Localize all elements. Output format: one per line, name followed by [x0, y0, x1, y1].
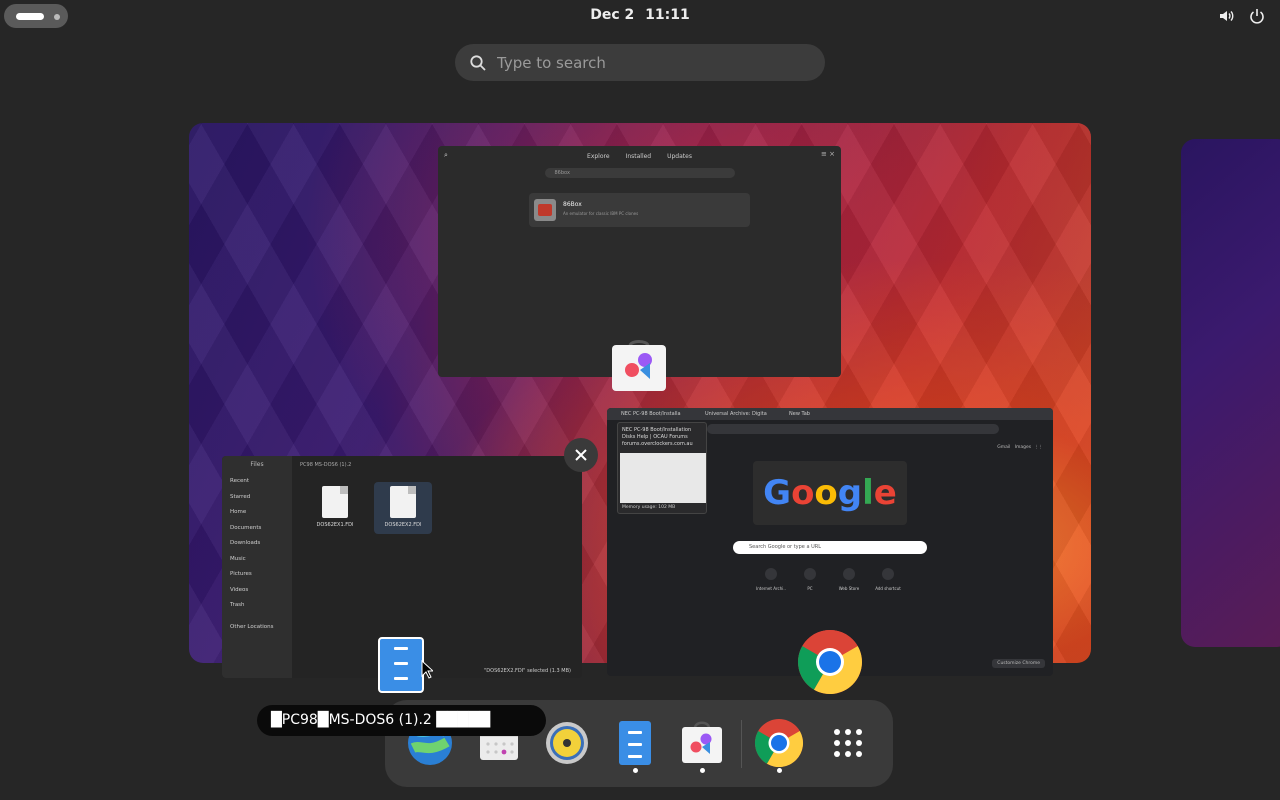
shortcut-tile: Internet Archi.. [751, 568, 791, 591]
workspace-next[interactable] [1181, 139, 1280, 647]
power-icon[interactable] [1248, 7, 1266, 25]
search-input[interactable] [497, 53, 797, 72]
sidebar-item-pictures: Pictures [230, 571, 252, 577]
sidebar-item-videos: Videos [230, 586, 249, 593]
tab-installed: Installed [625, 152, 652, 160]
address-bar [707, 424, 999, 434]
sidebar-item-home: Home [230, 509, 247, 515]
dash-separator [741, 720, 742, 768]
search-bar[interactable] [455, 44, 825, 81]
software-icon[interactable] [677, 718, 727, 768]
running-indicator [633, 768, 638, 773]
sidebar-item-downloads: Downloads [230, 540, 261, 546]
breadcrumb: PC98 MS-DOS6 (1).2 [300, 462, 352, 468]
files-icon[interactable] [610, 718, 660, 768]
speaker-icon[interactable] [1218, 7, 1236, 25]
selection-status: "DOS62EX2.FDI" selected (1.3 MB) [484, 668, 571, 674]
result-name: 86Box [563, 201, 582, 208]
hover-card-thumbnail [620, 453, 706, 503]
search-icon [470, 54, 486, 71]
files-title: Files [250, 461, 264, 468]
rhythmbox-icon[interactable] [542, 718, 592, 768]
chrome-icon[interactable] [754, 718, 804, 768]
running-indicator [700, 768, 705, 773]
clock-time: 11:11 [645, 7, 690, 23]
running-indicator [777, 768, 782, 773]
browser-tab: Universal Archive: Digita [705, 411, 767, 417]
show-apps-icon[interactable] [823, 718, 873, 768]
sidebar-item-starred: Starred [230, 493, 251, 500]
clock-date: Dec 2 [590, 7, 635, 23]
sidebar-item-trash: Trash [230, 602, 245, 608]
files-sidebar: Files Recent Starred Home Documents Down… [222, 456, 292, 678]
browser-tabstrip: NEC PC-98 Boot/Installa Universal Archiv… [607, 408, 1053, 420]
sidebar-item-other-locations: Other Locations [230, 623, 274, 630]
hover-card-url: forums.overclockers.com.au [622, 441, 693, 447]
shortcut-tile: PC [790, 568, 830, 591]
file-name: DOS62EX2.FDI [384, 522, 422, 528]
file-icon [390, 486, 416, 518]
shortcut-tile: Add shortcut [868, 568, 908, 591]
images-link: Images [1014, 445, 1032, 450]
app-86box-icon [534, 199, 556, 221]
drag-label-tooltip: █PC98█MS-DOS6 (1).2 █████ [257, 705, 546, 736]
mouse-cursor-icon [421, 660, 433, 679]
customize-chrome-button: Customize Chrome [992, 659, 1045, 668]
close-icon [575, 449, 587, 461]
google-logo: Google [753, 461, 907, 525]
system-tray[interactable] [1218, 7, 1266, 25]
tab-updates: Updates [667, 152, 692, 160]
google-search-box: Search Google or type a URL [733, 541, 927, 554]
software-header: ⌕ Explore Installed Updates ≡ × [438, 146, 841, 166]
sidebar-item-music: Music [230, 555, 246, 562]
memory-usage: Memory usage: 102 MB [622, 505, 676, 510]
result-description: An emulator for classic IBM PC clones [563, 211, 639, 216]
shortcut-tile: Web Store [829, 568, 869, 591]
search-result: 86Box An emulator for classic IBM PC clo… [529, 193, 750, 227]
browser-tab: New Tab [789, 411, 810, 417]
files-pathbar: PC98 MS-DOS6 (1).2 [292, 456, 582, 474]
gmail-link: Gmail [997, 445, 1011, 450]
chrome-app-icon [798, 630, 862, 694]
tab-explore: Explore [587, 152, 610, 160]
hover-card-title: NEC PC-98 Boot/Installation Disks Help |… [622, 427, 692, 440]
dragged-files-icon[interactable] [378, 637, 424, 693]
browser-tab: NEC PC-98 Boot/Installa [621, 411, 681, 417]
file-item-selected: DOS62EX2.FDI [374, 482, 432, 534]
sidebar-item-documents: Documents [230, 524, 262, 531]
menu-icon: ≡ × [821, 150, 835, 158]
file-name: DOS62EX1.FDI [316, 522, 354, 528]
google-top-links: Gmail Images ⋮⋮ [997, 445, 1043, 450]
close-window-button[interactable] [564, 438, 598, 472]
tab-hover-card: NEC PC-98 Boot/Installation Disks Help |… [617, 422, 707, 514]
software-app-icon [612, 340, 666, 391]
sidebar-item-recent: Recent [230, 478, 250, 484]
file-item: DOS62EX1.FDI [306, 482, 364, 534]
search-icon: ⌕ [444, 151, 448, 159]
software-search-field: 86box [544, 168, 735, 178]
file-icon [322, 486, 348, 518]
top-bar: Dec 2 11:11 [0, 0, 1280, 32]
clock[interactable]: Dec 2 11:11 [0, 7, 1280, 23]
